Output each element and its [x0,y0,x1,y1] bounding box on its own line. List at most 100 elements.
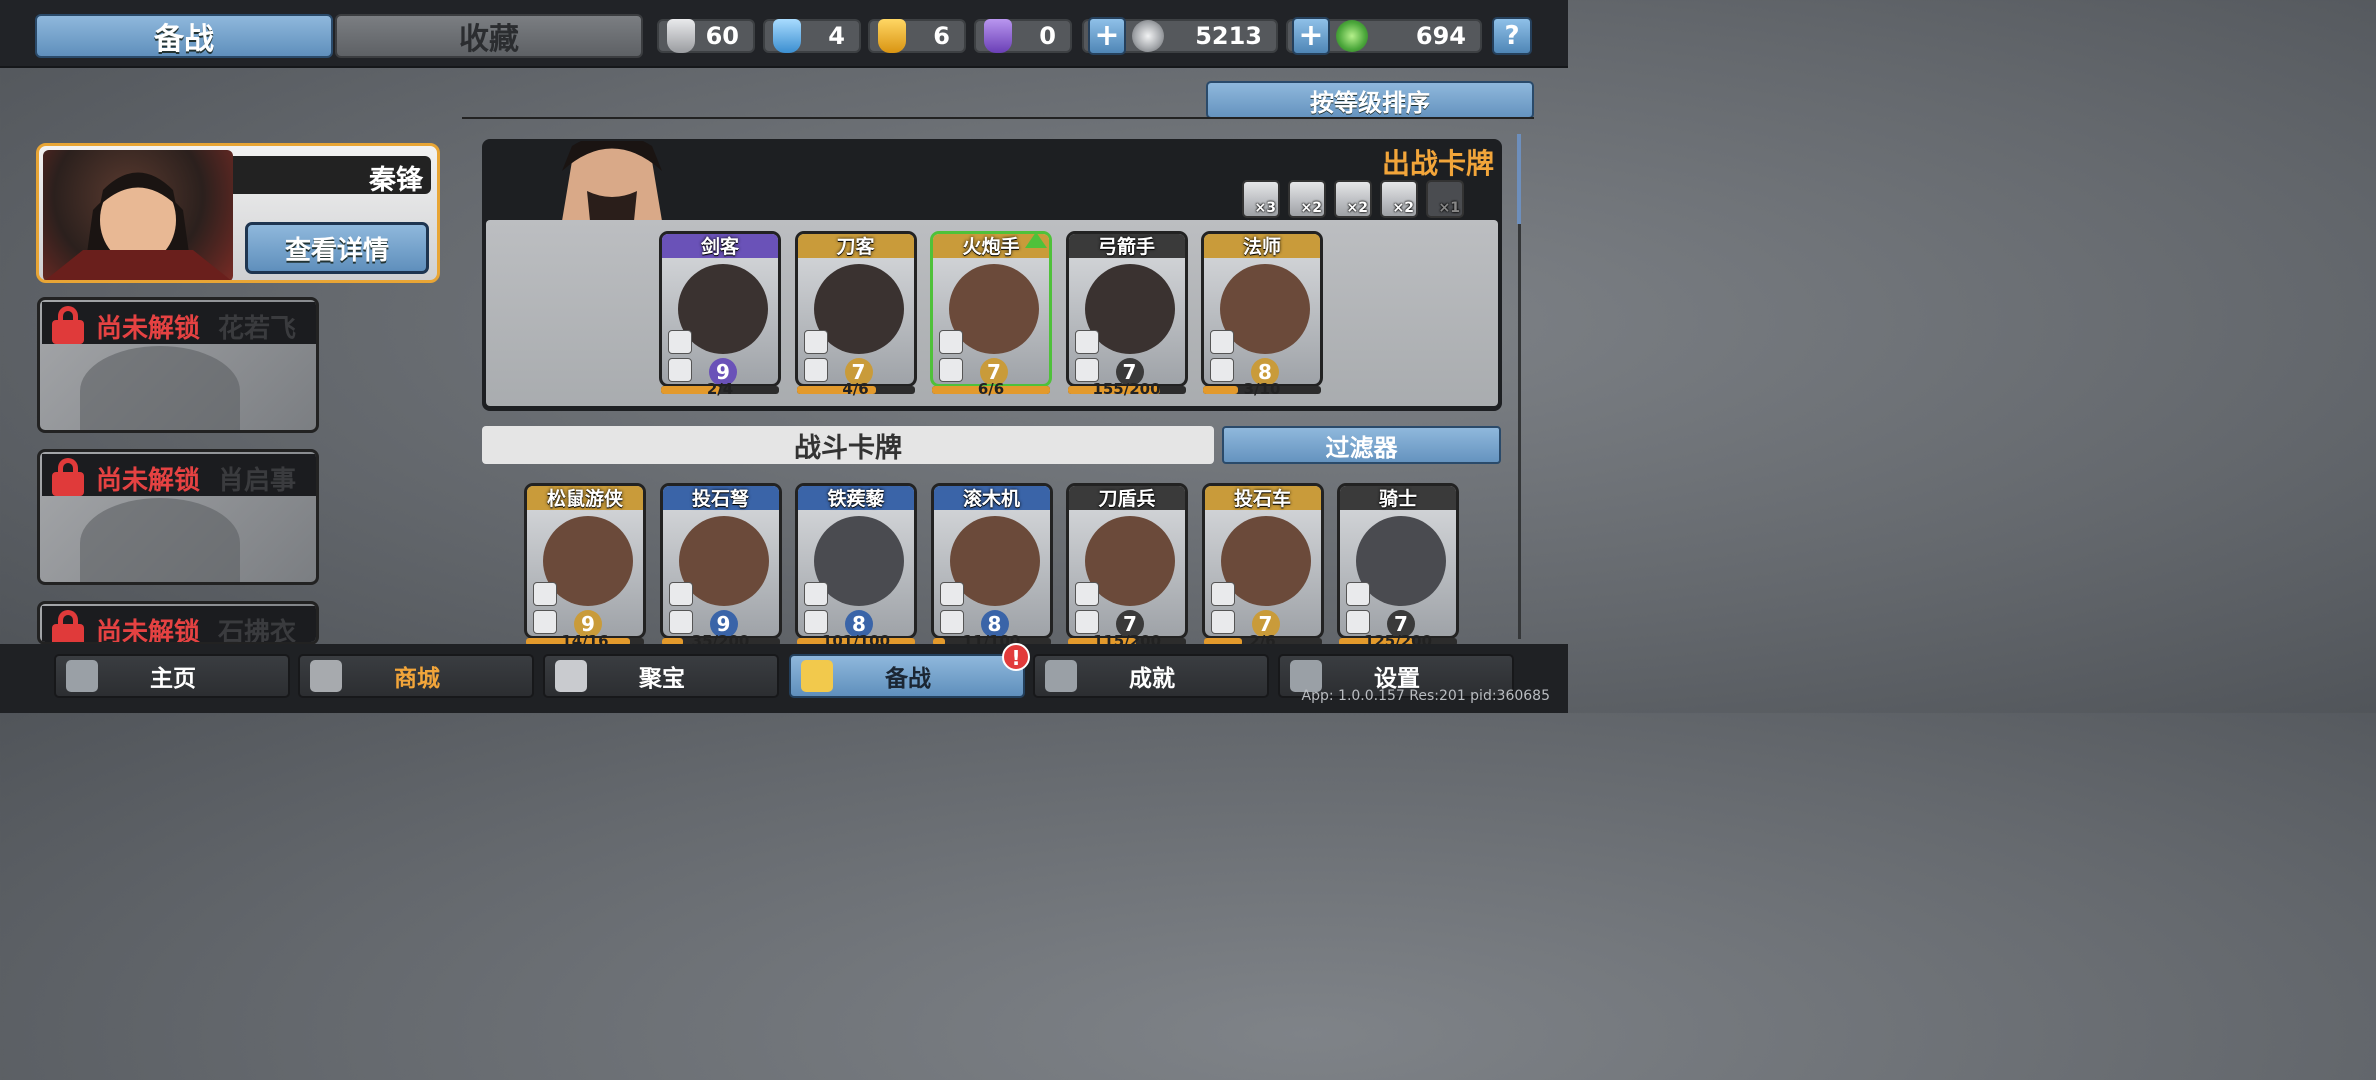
unit-type-icon [1074,358,1099,382]
card-name: 投石车 [1204,486,1321,510]
token-count: ×2 [1392,200,1414,216]
resource-silver-coin: + 5213 [1082,17,1278,55]
locked-label: 尚未解锁 [96,618,201,645]
deck-unit-card[interactable]: 弓箭手 7 [1065,231,1188,387]
card-name: 剑客 [662,234,778,258]
resource-value: 694 [1415,22,1466,50]
deck-unit-card[interactable]: 法师 8 [1201,231,1323,387]
question-icon: ? [1504,21,1520,51]
silver-coin-icon [1132,20,1164,52]
scrollbar-thumb[interactable] [1517,134,1521,224]
resource-silver-shield: 60 [657,19,755,53]
battle-unit-card[interactable]: 铁蒺藜 8 [795,483,917,639]
locked-hero-card[interactable]: 尚未解锁 花若飞 [37,297,319,433]
hero-name: 秦锋 [369,165,423,196]
token-count: ×1 [1438,200,1460,216]
deck-unit-card[interactable]: 火炮手 7 [930,231,1052,387]
unit-class-icon [804,582,828,606]
sort-by-level-button[interactable]: 按等级排序 [1206,81,1534,119]
shop-coins-icon [310,660,342,692]
add-silver-coin-button[interactable]: + [1088,17,1126,55]
card-count: 4/6 [842,380,869,398]
locked-hero-card[interactable]: 尚未解锁 肖启事 [37,449,319,585]
alert-badge: ! [1002,643,1030,671]
resource-purple-shield: 0 [974,19,1072,53]
card-count: 6/6 [977,380,1005,398]
card-name: 松鼠游侠 [527,486,643,510]
unit-class-icon [1210,582,1235,606]
resource-value: 0 [1039,22,1056,50]
unit-type-icon [1346,610,1370,634]
unit-class-icon [1346,582,1370,606]
battle-unit-card[interactable]: 骑士 7 [1337,483,1459,639]
deck-unit-card[interactable]: 刀客 7 [794,231,917,387]
unit-type-icon [1210,358,1234,382]
battle-unit-card[interactable]: 投石车 7 [1201,483,1324,639]
locked-label: 尚未解锁 [96,466,201,496]
hero-card[interactable]: 秦锋 查看详情 [36,143,440,283]
filter-button[interactable]: 过滤器 [1222,426,1501,464]
nav-label: 成就 [1129,666,1175,692]
unit-class-icon [668,330,692,354]
add-jade-coin-button[interactable]: + [1292,17,1330,55]
locked-hero-card[interactable]: 尚未解锁 石拂衣 [37,601,319,645]
unit-class-icon [1075,582,1099,606]
nav-home-pagoda[interactable]: 主页 [54,654,290,698]
battle-unit-card[interactable]: 滚木机 8 [930,483,1053,639]
lock-icon [52,610,84,642]
nav-shop-coins[interactable]: 商城 [298,654,534,698]
token-count: ×3 [1254,200,1276,216]
nav-label: 聚宝 [639,666,685,692]
lock-icon [52,306,84,344]
unit-type-icon [1210,610,1235,634]
card-count: 155/200 [1092,380,1161,398]
locked-hero-name: 花若飞 [218,314,297,344]
battle-unit-card[interactable]: 投石弩 9 [659,483,782,639]
unit-type-icon [804,610,828,634]
nav-label: 商城 [394,666,440,692]
view-details-button[interactable]: 查看详情 [245,222,429,274]
unit-type-icon [1075,610,1099,634]
card-name: 弓箭手 [1068,234,1185,258]
resource-jade-coin: + 694 [1286,17,1482,55]
resource-blue-shield: 4 [763,19,861,53]
resource-value: 4 [828,22,845,50]
card-count: 2/4 [706,380,734,398]
hero-face-icon [45,172,231,280]
unit-class-icon [1074,330,1099,354]
silver-shield-icon [667,19,695,53]
deck-title: 出战卡牌 [1381,147,1494,180]
bow-token-icon: ×2 [1334,180,1372,218]
jade-coin-icon [1336,20,1368,52]
card-count: 3/10 [1243,380,1281,398]
token-count: ×2 [1300,200,1322,216]
home-pagoda-icon [66,660,98,692]
nav-treasure-bowl[interactable]: 聚宝 [543,654,779,698]
tab-prepare[interactable]: 备战 [35,14,333,58]
sword-token-icon: ×2 [1288,180,1326,218]
unit-class-icon [668,582,693,606]
help-button[interactable]: ? [1492,17,1532,55]
card-name: 法师 [1204,234,1320,258]
battle-unit-card[interactable]: 松鼠游侠 9 [524,483,646,639]
unit-type-icon [939,358,963,382]
nav-cards[interactable]: 备战 [789,654,1025,698]
skull-token-icon: ×1 [1426,180,1464,218]
hero-silhouette [80,498,240,582]
resource-gold-shield: 6 [868,19,966,53]
hero-portrait [43,150,233,280]
tab-collection[interactable]: 收藏 [335,14,643,58]
unit-class-icon [533,582,557,606]
achievement-grid-icon [1045,660,1077,692]
lock-icon [52,458,84,496]
purple-shield-icon [984,19,1012,53]
deck-unit-card[interactable]: 剑客 9 [659,231,781,387]
unit-type-icon [939,610,964,634]
nav-achievement-grid[interactable]: 成就 [1033,654,1269,698]
unit-class-icon [939,582,964,606]
battle-unit-card[interactable]: 刀盾兵 7 [1066,483,1188,639]
blue-crystal-shield-icon [773,19,801,53]
nav-label: 主页 [150,666,196,692]
locked-hero-name: 肖启事 [218,466,297,496]
card-name: 刀盾兵 [1069,486,1185,510]
